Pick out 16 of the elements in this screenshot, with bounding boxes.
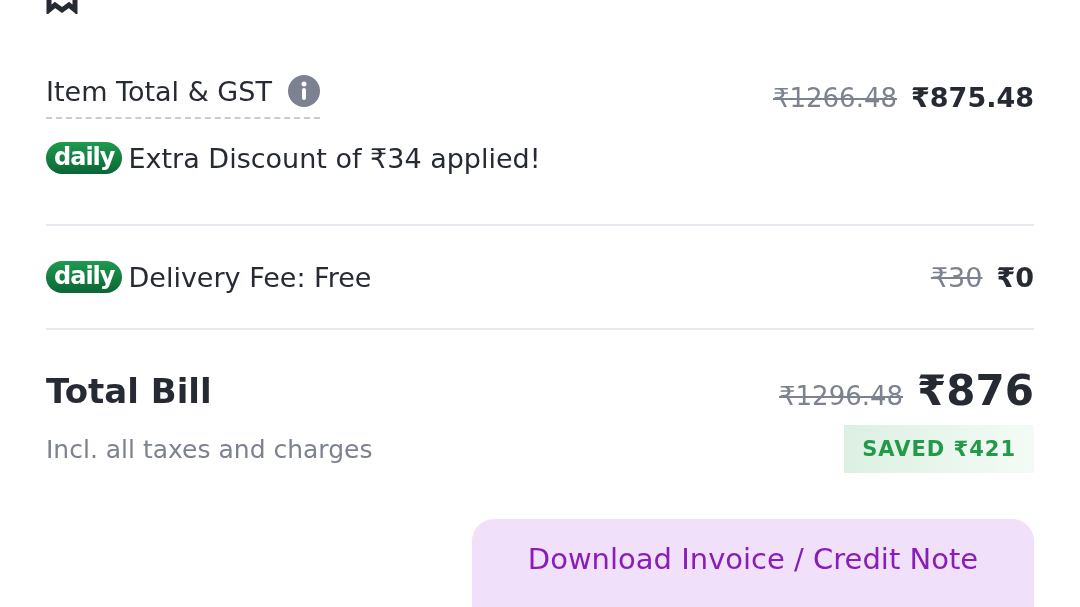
item-total-label: Item Total & GST — [46, 75, 272, 107]
daily-logo: daily — [46, 142, 123, 174]
discount-note: Extra Discount of ₹34 applied! — [128, 142, 541, 174]
delivery-fee-price: ₹0 — [996, 261, 1034, 293]
total-bill-label: Total Bill — [46, 370, 212, 411]
savings-badge: SAVED ₹421 — [844, 425, 1034, 473]
original-price: ₹1266.48 — [772, 82, 897, 113]
item-total-price: ₹875.48 — [911, 81, 1034, 113]
original-price: ₹1296.48 — [779, 381, 904, 411]
info-icon[interactable] — [287, 75, 320, 107]
total-bill-subtitle: Incl. all taxes and charges — [46, 434, 373, 464]
daily-logo: daily — [46, 261, 123, 293]
delivery-fee-label: Delivery Fee: Free — [128, 261, 372, 293]
original-price: ₹30 — [930, 261, 983, 293]
download-invoice-button[interactable]: Download Invoice / Credit Note — [472, 519, 1034, 607]
total-bill-price: ₹876 — [917, 366, 1034, 415]
